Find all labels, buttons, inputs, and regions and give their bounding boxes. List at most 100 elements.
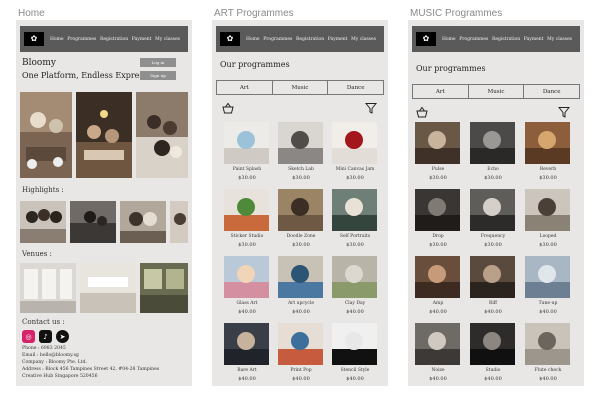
programme-name: Amp (432, 301, 444, 306)
tab-dance[interactable]: Dance (523, 85, 579, 98)
programme-name: Mini Canvas Jam (335, 167, 375, 172)
programme-card-image[interactable] (415, 256, 460, 298)
programme-card-image[interactable] (224, 256, 269, 298)
programme-card-image[interactable] (525, 122, 570, 164)
tab-dance[interactable]: Dance (327, 81, 383, 94)
venue-photo-1[interactable] (20, 263, 76, 313)
programme-card-image[interactable] (525, 189, 570, 231)
logo[interactable]: ✿ (24, 32, 44, 46)
programme-name: Flute check (534, 368, 562, 373)
programme-card-image[interactable] (332, 122, 377, 164)
programme-card-image[interactable] (470, 122, 515, 164)
art-frame: ✿ Home Programmes Registration Payment M… (212, 20, 388, 386)
programme-card-image[interactable] (224, 323, 269, 365)
tab-music[interactable]: Music (271, 81, 328, 94)
programme-card-image[interactable] (470, 189, 515, 231)
programme-price: $40.00 (292, 309, 310, 315)
programme-card-image[interactable] (415, 122, 460, 164)
signup-button[interactable]: Sign up (140, 71, 176, 80)
programme-name: Pulse (431, 167, 445, 172)
highlight-photo-3[interactable] (120, 201, 166, 243)
contact-phone: Phone : 6983 2045 (22, 346, 66, 351)
programme-card-image[interactable] (278, 122, 323, 164)
programme-name: Sticker Studio (230, 234, 264, 239)
programme-card-image[interactable] (278, 256, 323, 298)
programme-price: $30.00 (484, 242, 502, 248)
venue-photo-3[interactable] (140, 263, 188, 313)
programme-card-image[interactable] (332, 256, 377, 298)
highlight-photo-4[interactable] (170, 201, 188, 243)
programme-card-image[interactable] (525, 256, 570, 298)
flower-icon: ✿ (226, 34, 234, 43)
nav-payment[interactable]: Payment (328, 37, 348, 42)
top-nav: ✿ Home Programmes Registration Payment M… (412, 26, 580, 52)
instagram-icon[interactable]: ◎ (22, 330, 35, 343)
programme-price: $30.00 (346, 242, 364, 248)
programme-name: Drop (432, 234, 444, 239)
programme-card-image[interactable] (332, 323, 377, 365)
highlight-photo-1[interactable] (20, 201, 66, 243)
programme-card-image[interactable] (224, 122, 269, 164)
nav-registration[interactable]: Registration (100, 37, 128, 42)
basket-icon[interactable] (416, 106, 428, 118)
basket-icon[interactable] (222, 102, 234, 114)
programme-card-image[interactable] (332, 189, 377, 231)
programme-name: Stencil Style (340, 368, 370, 373)
login-button[interactable]: Log in (140, 58, 176, 67)
tab-art[interactable]: Art (217, 81, 272, 94)
top-nav: ✿ Home Programmes Registration Payment M… (216, 26, 384, 52)
programme-name: Reverb (539, 167, 557, 172)
nav-programmes[interactable]: Programmes (263, 37, 292, 42)
nav-programmes[interactable]: Programmes (459, 37, 488, 42)
programme-card-image[interactable] (278, 189, 323, 231)
hero-photo-3 (136, 92, 188, 178)
programme-price: $30.00 (292, 175, 310, 181)
nav-registration[interactable]: Registration (492, 37, 520, 42)
contact-company: Company : Bloomy Pte. Ltd. (22, 360, 87, 365)
programme-card-image[interactable] (278, 323, 323, 365)
programme-card-image[interactable] (415, 323, 460, 365)
programme-price: $40.00 (429, 376, 447, 382)
programme-name: Frequency (480, 234, 506, 239)
nav-my-classes[interactable]: My classes (547, 37, 572, 42)
music-frame: ✿ Home Programmes Registration Payment M… (408, 20, 584, 386)
filter-icon[interactable] (558, 106, 570, 118)
contact-address: Address : Block 456 Tampines Street 42, … (22, 367, 160, 372)
programme-card-image[interactable] (415, 189, 460, 231)
programme-card-image[interactable] (224, 189, 269, 231)
nav-home[interactable]: Home (246, 37, 260, 42)
hero-photo-2 (76, 92, 132, 178)
programme-card-image[interactable] (525, 323, 570, 365)
programme-name: Glass Art (236, 301, 258, 306)
nav-payment[interactable]: Payment (524, 37, 544, 42)
contact-email[interactable]: Email : hello@bloomy.sg (22, 353, 79, 359)
nav-home[interactable]: Home (50, 37, 64, 42)
nav-my-classes[interactable]: My classes (351, 37, 376, 42)
programme-price: $40.00 (238, 309, 256, 315)
programme-name: Art upcycle (287, 301, 315, 306)
category-tabs: Art Music Dance (412, 84, 580, 99)
tab-art[interactable]: Art (413, 85, 468, 98)
programme-price: $40.00 (539, 376, 557, 382)
nav-my-classes[interactable]: My classes (155, 37, 180, 42)
programme-price: $30.00 (238, 242, 256, 248)
programme-card-image[interactable] (470, 256, 515, 298)
programme-price: $40.00 (346, 376, 364, 382)
programme-price: $30.00 (238, 175, 256, 181)
logo[interactable]: ✿ (220, 32, 240, 46)
nav-home[interactable]: Home (442, 37, 456, 42)
tab-music[interactable]: Music (467, 85, 524, 98)
logo[interactable]: ✿ (416, 32, 436, 46)
tiktok-icon[interactable]: ♪ (39, 330, 52, 343)
telegram-icon[interactable]: ➤ (56, 330, 69, 343)
programme-card-image[interactable] (470, 323, 515, 365)
nav-registration[interactable]: Registration (296, 37, 324, 42)
nav-payment[interactable]: Payment (132, 37, 152, 42)
programme-name: Self Portraits (339, 234, 371, 239)
nav-programmes[interactable]: Programmes (67, 37, 96, 42)
programme-price: $40.00 (238, 376, 256, 382)
highlight-photo-2[interactable] (70, 201, 116, 243)
venue-photo-2[interactable] (80, 263, 136, 313)
programme-price: $30.00 (539, 242, 557, 248)
filter-icon[interactable] (365, 102, 377, 114)
